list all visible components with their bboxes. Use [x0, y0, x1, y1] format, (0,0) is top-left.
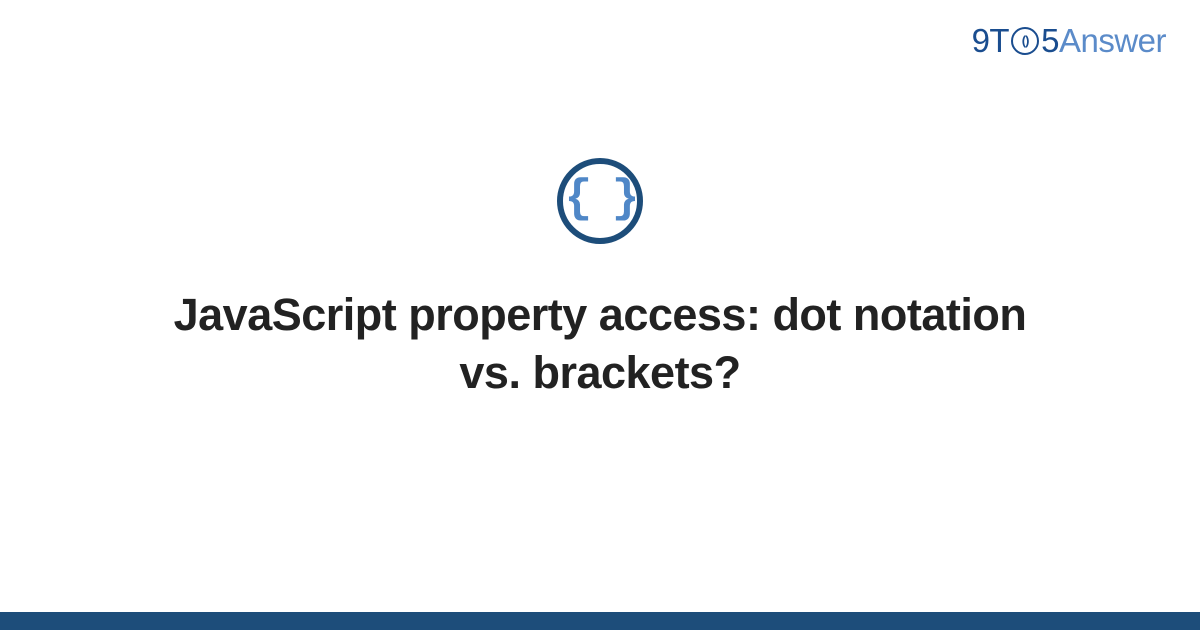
logo-part-9t: 9T: [972, 22, 1010, 60]
braces-icon: { }: [557, 158, 643, 244]
footer-accent-bar: [0, 612, 1200, 630]
site-logo[interactable]: 9T () 5 Answer: [972, 22, 1166, 60]
card-content: { } JavaScript property access: dot nota…: [0, 0, 1200, 630]
social-card: 9T () 5 Answer { } JavaScript property a…: [0, 0, 1200, 630]
logo-text: 9T () 5 Answer: [972, 22, 1166, 60]
clock-icon: (): [1011, 27, 1039, 55]
logo-part-answer: Answer: [1059, 22, 1166, 60]
clock-glyph: (): [1022, 33, 1029, 48]
question-title: JavaScript property access: dot notation…: [140, 286, 1060, 401]
braces-glyph: { }: [565, 176, 636, 222]
logo-part-5: 5: [1041, 22, 1059, 60]
